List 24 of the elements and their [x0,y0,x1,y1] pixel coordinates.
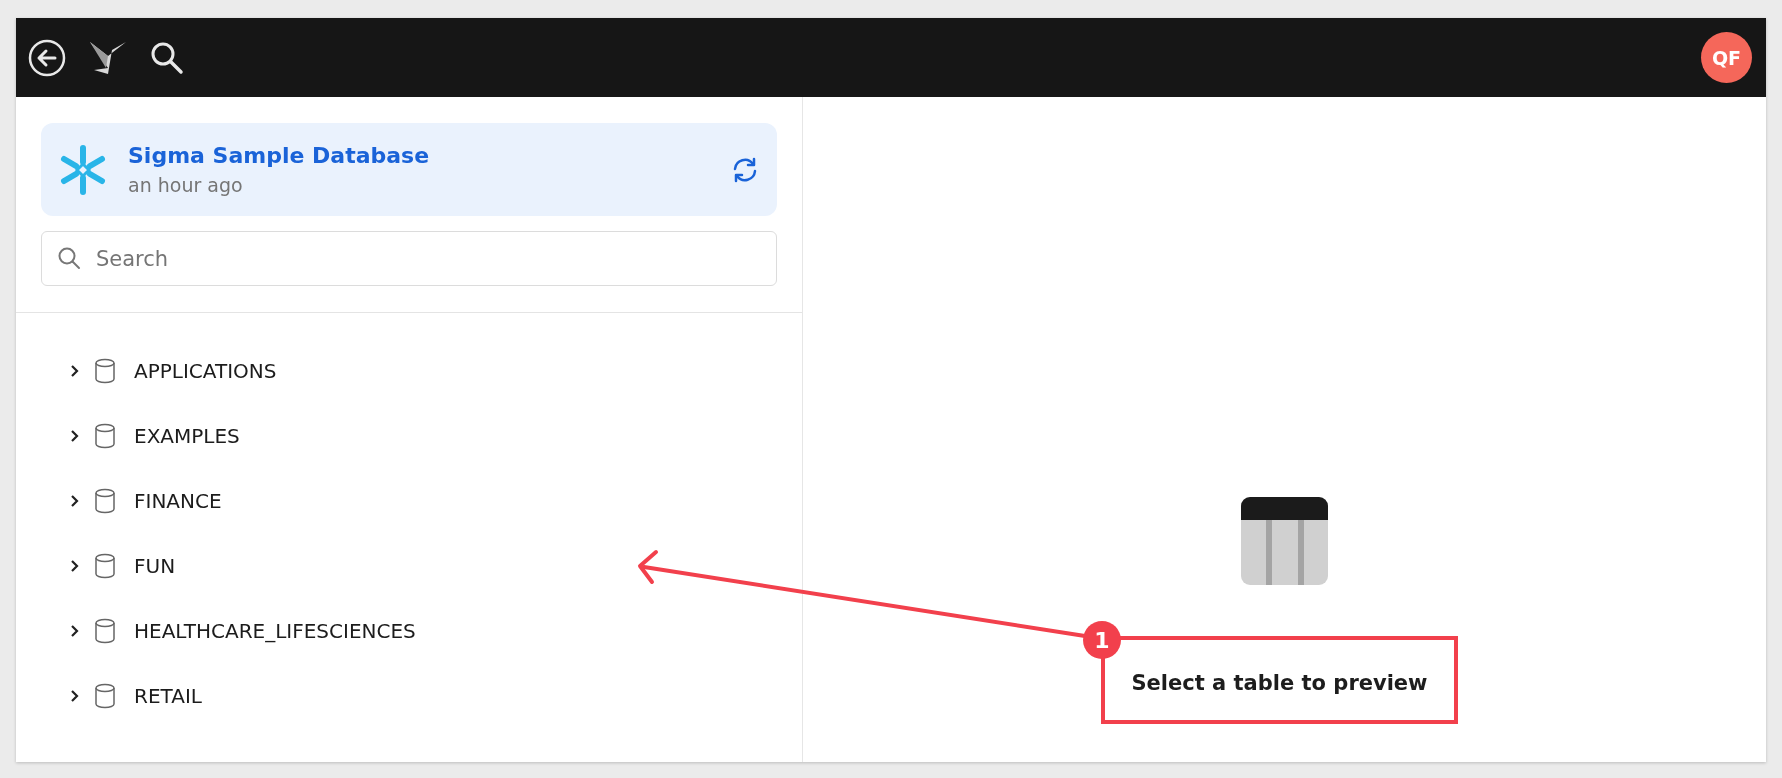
database-icon [94,487,116,514]
database-item[interactable]: FINANCE [16,468,802,533]
database-icon [94,682,116,709]
database-icon [94,357,116,384]
connection-card[interactable]: Sigma Sample Database an hour ago [41,123,777,216]
callout-text: Select a table to preview [1131,671,1428,695]
search-icon [150,40,184,75]
search-field[interactable]: Search [41,231,777,286]
database-item[interactable]: HEALTHCARE_LIFESCIENCES [16,598,802,663]
database-item[interactable]: RETAIL [16,663,802,728]
database-icon [94,422,116,449]
table-icon [1241,497,1328,585]
back-button[interactable] [28,38,66,77]
database-item[interactable]: APPLICATIONS [16,338,802,403]
updated-time: an hour ago [128,174,244,196]
refresh-icon [731,155,759,184]
database-item[interactable]: EXAMPLES [16,403,802,468]
search-icon [57,246,81,270]
connection-name: Sigma Sample Database [128,143,431,168]
search-button[interactable] [150,40,184,75]
database-icon [94,617,116,644]
database-item[interactable]: FUN [16,533,802,598]
refresh-button[interactable] [731,155,759,184]
database-icon [94,552,116,579]
